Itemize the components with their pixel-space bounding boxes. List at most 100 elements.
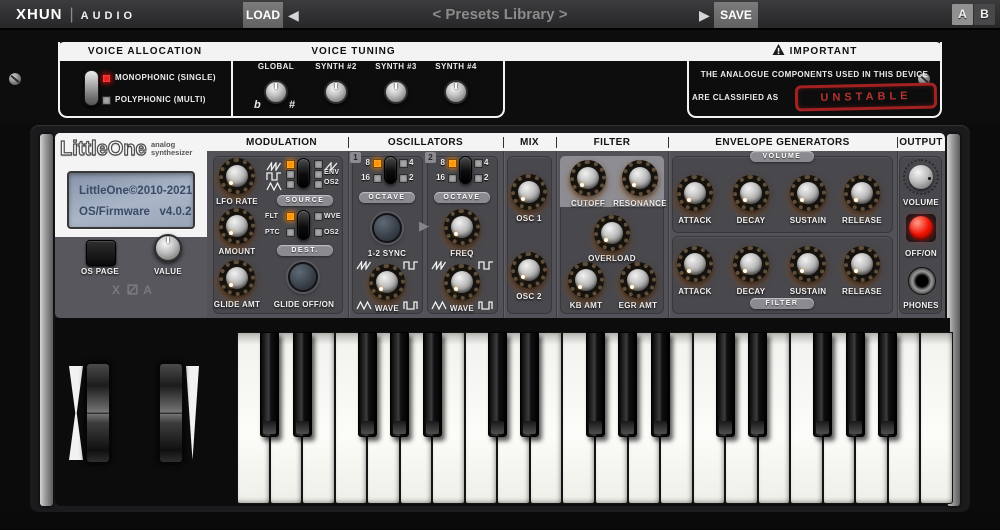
osc1-octave-badge: OCTAVE	[359, 192, 415, 203]
black-key[interactable]	[358, 332, 377, 437]
dest-switch[interactable]	[297, 210, 310, 240]
voice-allocation-title: VOICE ALLOCATION	[58, 42, 232, 61]
source-led	[286, 170, 295, 179]
black-key[interactable]	[390, 332, 409, 437]
osc1-octave-2: 2	[409, 173, 421, 182]
black-key[interactable]	[293, 332, 312, 437]
glide-amt-knob[interactable]	[219, 260, 255, 296]
black-key[interactable]	[488, 332, 507, 437]
phones-jack[interactable]	[908, 267, 936, 295]
eg-volume-release-knob[interactable]	[844, 175, 880, 211]
output-volume-label: VOLUME	[891, 198, 951, 207]
egr-amt-knob[interactable]	[620, 262, 656, 298]
black-key[interactable]	[748, 332, 767, 437]
pitch-wheel[interactable]	[85, 362, 111, 464]
dest-led	[314, 228, 323, 237]
freq-knob[interactable]	[444, 209, 480, 245]
square-wave-icon	[403, 257, 419, 266]
header-filter: FILTER	[556, 133, 668, 151]
tuning-knob-label: SYNTH #3	[366, 62, 426, 71]
black-key[interactable]	[651, 332, 670, 437]
os-control-zone	[55, 237, 207, 318]
eg-volume-decay-label: DECAY	[721, 216, 781, 225]
eg-filter-release-knob[interactable]	[844, 246, 880, 282]
eg-volume-sustain-knob[interactable]	[790, 175, 826, 211]
tuning-knob-4[interactable]	[444, 80, 468, 104]
mix-osc2-knob[interactable]	[511, 252, 547, 288]
preset-slot-b-button[interactable]: B	[974, 4, 995, 25]
eg-volume-decay-knob[interactable]	[733, 175, 769, 211]
load-button[interactable]: LOAD	[243, 2, 283, 28]
mod-wheel[interactable]	[158, 362, 184, 464]
cutoff-knob[interactable]	[570, 160, 606, 196]
littleone-synth-window: XHUN|AUDIO LOAD ◀ < Presets Library > ▶ …	[0, 0, 1000, 530]
osc1-octave-switch[interactable]	[384, 156, 397, 184]
osc1-wave-knob[interactable]	[369, 264, 405, 300]
osc1-octave-led	[399, 159, 408, 168]
sync-button[interactable]	[372, 213, 402, 243]
black-key[interactable]	[878, 332, 897, 437]
overload-knob[interactable]	[594, 215, 630, 251]
preset-name[interactable]: < Presets Library >	[350, 0, 650, 30]
black-key[interactable]	[813, 332, 832, 437]
important-line1: THE ANALOGUE COMPONENTS USED IN THIS DEV…	[690, 70, 939, 79]
vendor-logo: XHUN|AUDIO	[16, 0, 136, 30]
sharp-symbol: #	[289, 99, 295, 111]
black-key[interactable]	[846, 332, 865, 437]
pulse-wave-icon	[478, 297, 494, 306]
unstable-stamp: UNSTABLE	[795, 83, 938, 112]
voice-mode-slider[interactable]	[84, 70, 99, 106]
glide-off-on-label: GLIDE OFF/ON	[268, 300, 340, 309]
source-led	[314, 170, 323, 179]
preset-slot-a-button[interactable]: A	[952, 4, 973, 25]
eg-volume-attack-knob[interactable]	[677, 175, 713, 211]
eg-filter-decay-label: DECAY	[721, 287, 781, 296]
resonance-knob[interactable]	[622, 160, 658, 196]
os-page-button[interactable]	[86, 240, 116, 266]
output-volume-knob[interactable]	[903, 159, 939, 195]
tuning-knob-1[interactable]	[264, 80, 288, 104]
black-key[interactable]	[618, 332, 637, 437]
black-key[interactable]	[260, 332, 279, 437]
white-key[interactable]	[920, 332, 953, 504]
tuning-knob-3[interactable]	[384, 80, 408, 104]
eg-filter-sustain-knob[interactable]	[790, 246, 826, 282]
amount-knob[interactable]	[219, 208, 255, 244]
lfo-rate-knob[interactable]	[219, 158, 255, 194]
dest-wve-label: WVE	[324, 213, 341, 220]
eg-filter-decay-knob[interactable]	[733, 246, 769, 282]
osc1-octave-led	[399, 174, 408, 183]
triangle-wave-icon	[266, 178, 282, 187]
black-key[interactable]	[716, 332, 735, 437]
lcd-line1: LittleOne©2010-2021	[79, 185, 192, 197]
tri-wave-icon	[431, 297, 447, 306]
black-key[interactable]	[520, 332, 539, 437]
product-logo: LittleOne	[60, 138, 147, 161]
mono-led	[102, 74, 111, 83]
glide-off-on-button[interactable]	[288, 262, 318, 292]
important-title: IMPORTANT	[687, 42, 942, 61]
left-rail	[40, 134, 53, 506]
square-wave-icon	[478, 257, 494, 266]
next-preset-icon[interactable]: ▶	[699, 0, 710, 30]
header-modulation: MODULATION	[215, 133, 348, 151]
off-on-button[interactable]	[906, 214, 936, 242]
source-switch[interactable]	[297, 158, 310, 188]
save-button[interactable]: SAVE	[714, 2, 758, 28]
mix-osc1-knob[interactable]	[511, 174, 547, 210]
osc2-octave-switch[interactable]	[459, 156, 472, 184]
prev-preset-icon[interactable]: ◀	[288, 0, 299, 30]
black-key[interactable]	[586, 332, 605, 437]
os-page-label: OS PAGE	[72, 267, 128, 276]
lfo-rate-label: LFO RATE	[207, 197, 267, 206]
header-tick	[556, 137, 557, 148]
tuning-knob-2[interactable]	[324, 80, 348, 104]
value-knob[interactable]	[154, 234, 182, 262]
kb-amt-knob[interactable]	[568, 262, 604, 298]
eg-volume-release-label: RELEASE	[832, 216, 892, 225]
black-key[interactable]	[423, 332, 442, 437]
header-tick	[348, 137, 349, 148]
eg-filter-attack-knob[interactable]	[677, 246, 713, 282]
osc2-wave-knob[interactable]	[444, 264, 480, 300]
tuning-knob-label: GLOBAL	[246, 62, 306, 71]
